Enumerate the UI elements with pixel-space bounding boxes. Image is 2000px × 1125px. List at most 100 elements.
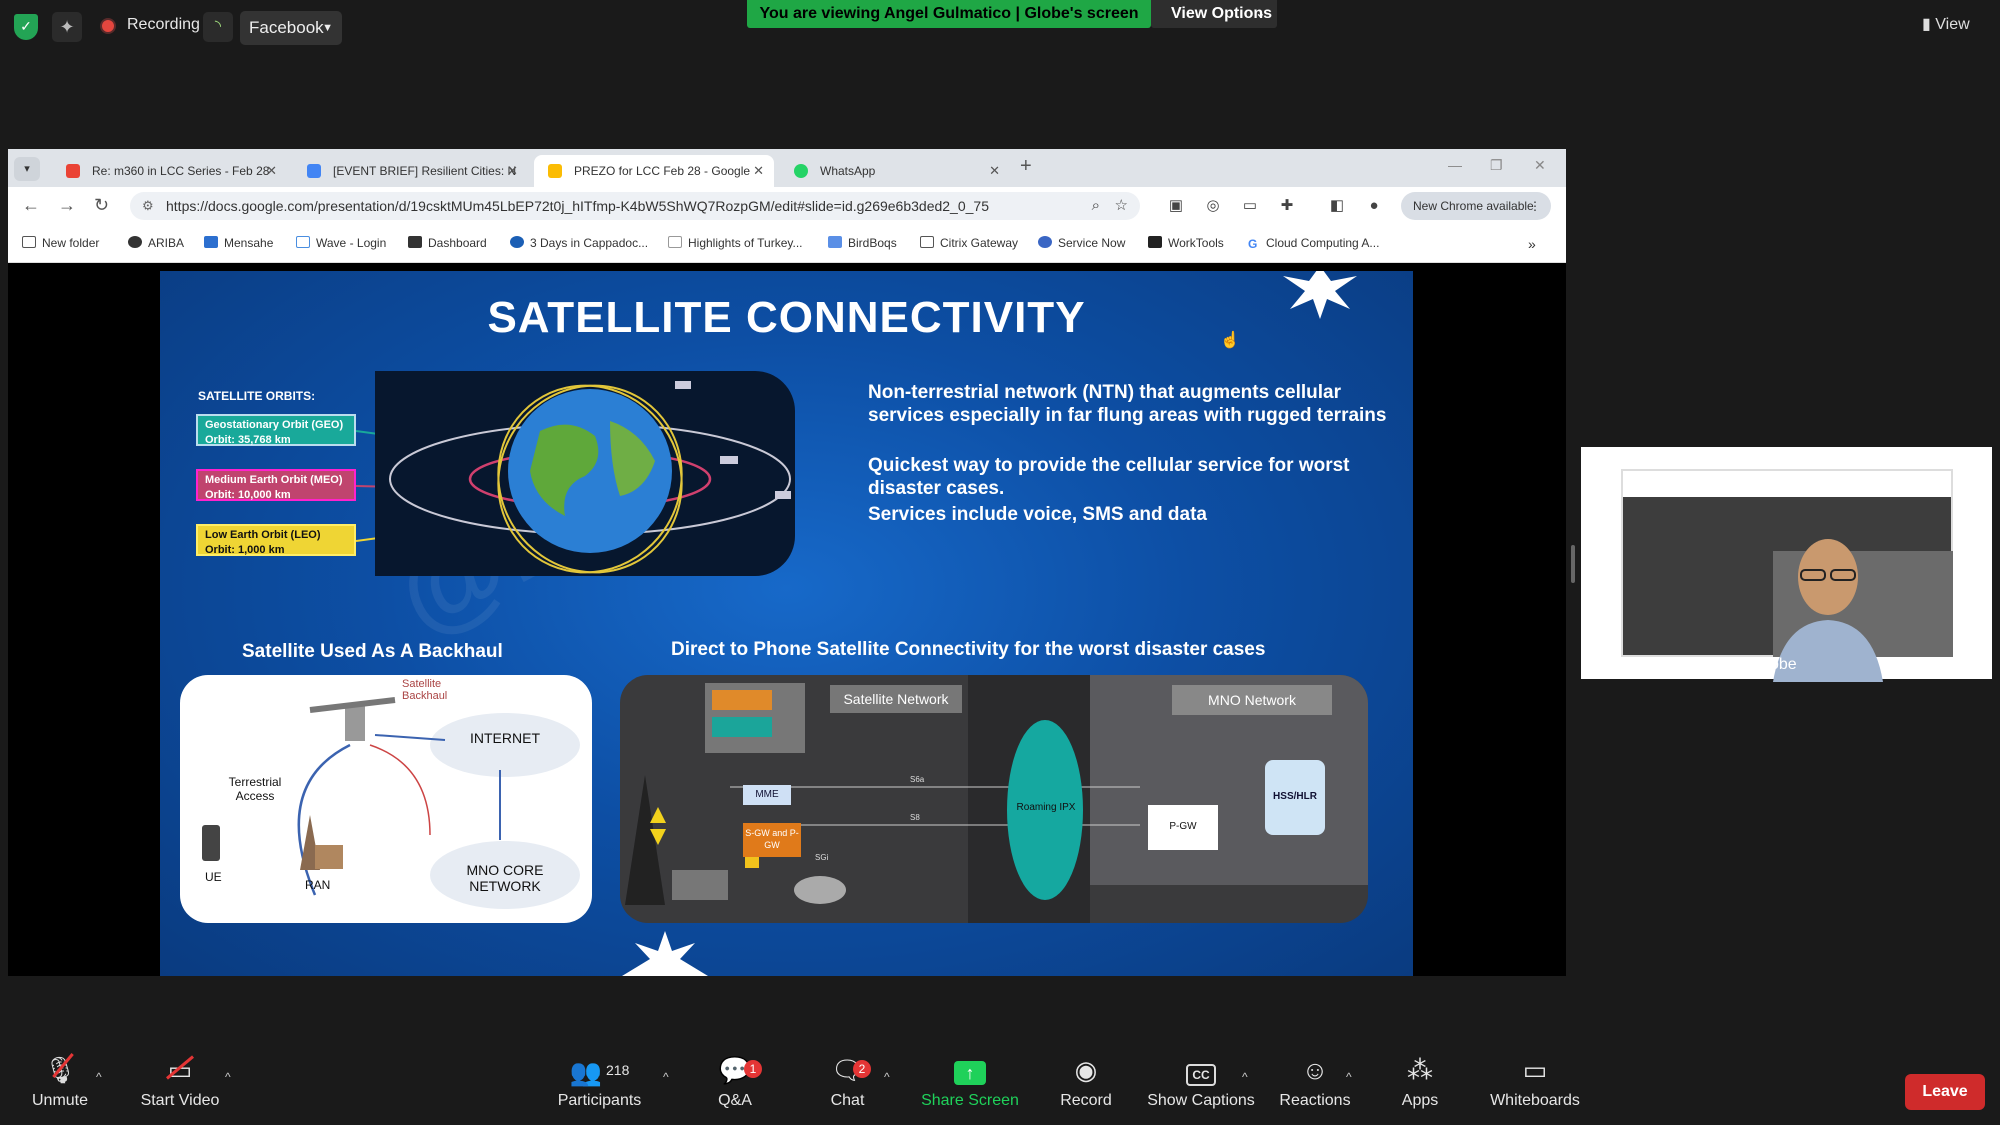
bookmark-item[interactable]: 3 Days in Cappadoc... <box>510 236 648 250</box>
meeting-controls-bar: 🎙 Unmute ^ ▭ Start Video ^ 👥218 Particip… <box>0 1050 2000 1125</box>
orbit-value: Orbit: 1,000 km <box>205 544 285 556</box>
signal-strength-icon: ▂▄▆ <box>1587 658 1614 672</box>
participants-caret-icon[interactable]: ^ <box>663 1070 669 1084</box>
more-menu-icon[interactable]: ⋮ <box>1529 192 1541 220</box>
address-bar[interactable]: ⚙ https://docs.google.com/presentation/d… <box>130 192 1140 220</box>
browser-tab[interactable]: WhatsApp ✕ <box>780 155 1010 187</box>
show-captions-button[interactable]: CC Show Captions <box>1145 1050 1257 1110</box>
bookmark-item[interactable]: New folder <box>22 236 99 250</box>
recording-label[interactable]: Recording <box>127 16 200 34</box>
facebook-live-dropdown[interactable]: Facebook ▼ <box>240 11 342 45</box>
servicenow-icon <box>1038 236 1052 248</box>
new-chrome-available-button[interactable]: New Chrome available ⋮ <box>1401 192 1551 220</box>
apps-button[interactable]: ⁂ Apps <box>1390 1050 1450 1110</box>
extension-globe-icon[interactable]: ◎ <box>1204 197 1222 215</box>
forward-arrow-icon[interactable]: → <box>58 195 76 216</box>
share-screen-label: Share Screen <box>921 1092 1019 1109</box>
security-shield-icon[interactable]: ✓ <box>14 14 38 40</box>
bookmark-item[interactable]: Mensahe <box>204 236 273 250</box>
bookmark-item[interactable]: Highlights of Turkey... <box>668 236 803 250</box>
reload-icon[interactable]: ↻ <box>94 195 109 216</box>
whiteboard-icon: ▭ <box>1522 1055 1548 1085</box>
back-arrow-icon[interactable]: ← <box>22 195 40 216</box>
restore-icon[interactable]: ❐ <box>1490 157 1503 174</box>
tab-search-button[interactable]: ▾ <box>14 157 40 181</box>
view-options-button[interactable]: View Options ⌄ <box>1151 0 1277 28</box>
record-label: Record <box>1060 1092 1112 1109</box>
bookmark-item[interactable]: G Cloud Computing A... <box>1248 236 1379 251</box>
share-screen-icon: ↑ <box>915 1050 1025 1088</box>
reactions-button[interactable]: ☺ Reactions <box>1275 1050 1355 1110</box>
bookmark-item[interactable]: Wave - Login <box>296 236 386 250</box>
bookmark-star-icon[interactable]: ☆ <box>1115 192 1128 220</box>
orbit-name: Medium Earth Orbit (MEO) <box>205 474 343 486</box>
bookmark-item[interactable]: WorkTools <box>1148 236 1224 250</box>
share-screen-button[interactable]: ↑ Share Screen <box>915 1050 1025 1110</box>
caret-down-icon: ▼ <box>322 22 333 34</box>
google-icon: G <box>1248 237 1258 251</box>
earth-orbit-image <box>375 371 795 576</box>
tab-title: WhatsApp <box>820 164 876 178</box>
recording-indicator-icon <box>100 18 116 34</box>
bookmark-item[interactable]: Dashboard <box>408 236 487 250</box>
extensions-puzzle-icon[interactable]: ✚ <box>1278 197 1296 215</box>
hss-hlr-box: HSS/HLR <box>1273 791 1317 802</box>
profile-avatar-icon[interactable]: ● <box>1365 197 1383 215</box>
close-tab-icon[interactable]: ✕ <box>266 155 277 187</box>
bookmark-item[interactable]: Service Now <box>1038 236 1125 250</box>
citrix-icon <box>920 236 934 248</box>
star-burst-bottom-icon <box>622 931 708 976</box>
reactions-caret-icon[interactable]: ^ <box>1346 1070 1352 1084</box>
qa-button[interactable]: 💬 1 Q&A <box>700 1050 770 1110</box>
qa-badge: 1 <box>744 1060 762 1078</box>
chat-button[interactable]: 🗨 2 Chat <box>815 1050 880 1110</box>
video-options-caret-icon[interactable]: ^ <box>225 1070 231 1084</box>
zoom-icon[interactable]: ⌕ <box>1092 192 1100 220</box>
birdboqs-icon <box>828 236 842 248</box>
leave-button[interactable]: Leave <box>1905 1074 1985 1110</box>
browser-tab-active[interactable]: PREZO for LCC Feb 28 - Google ✕ <box>534 155 774 187</box>
site-info-icon[interactable]: ⚙ <box>142 192 154 220</box>
bookmark-item[interactable]: ARIBA <box>128 236 184 250</box>
close-tab-icon[interactable]: ✕ <box>989 155 1000 187</box>
orbit-leo-box: Low Earth Orbit (LEO) Orbit: 1,000 km <box>196 524 356 556</box>
ai-companion-icon[interactable]: ✦ <box>52 12 82 42</box>
close-window-icon[interactable]: ✕ <box>1534 157 1546 174</box>
side-panel-icon[interactable]: ◧ <box>1328 197 1346 215</box>
audio-options-caret-icon[interactable]: ^ <box>96 1070 102 1084</box>
start-video-button[interactable]: ▭ Start Video <box>135 1050 225 1110</box>
participant-video-tile[interactable] <box>1581 447 1992 682</box>
mme-box: MME <box>743 785 791 805</box>
more-bookmarks-icon[interactable]: » <box>1528 236 1536 252</box>
backhaul-diagram: Satellite Backhaul INTERNET Terrestrial … <box>180 675 592 923</box>
chat-caret-icon[interactable]: ^ <box>884 1070 890 1084</box>
close-tab-icon[interactable]: ✕ <box>753 155 764 187</box>
ariba-icon <box>128 236 142 248</box>
captions-caret-icon[interactable]: ^ <box>1242 1070 1248 1084</box>
new-tab-icon[interactable]: + <box>1020 155 1032 178</box>
earth-globe-icon <box>389 381 791 574</box>
extension-icon[interactable]: ▣ <box>1167 197 1185 215</box>
wave-icon <box>296 236 310 248</box>
unmute-button[interactable]: 🎙 Unmute <box>20 1050 100 1110</box>
bookmark-item[interactable]: Citrix Gateway <box>920 236 1018 250</box>
close-tab-icon[interactable]: ✕ <box>507 155 518 187</box>
live-stream-icon[interactable]: ◝ <box>203 12 233 42</box>
chevron-down-icon: ⌄ <box>1255 8 1265 20</box>
view-button[interactable]: ▮ View <box>1922 14 1970 34</box>
browser-tab[interactable]: Re: m360 in LCC Series - Feb 28 ✕ <box>52 155 287 187</box>
cast-icon[interactable]: ▭ <box>1241 197 1259 215</box>
sgw-pgw-box: S-GW and P-GW <box>743 823 801 857</box>
whiteboards-button[interactable]: ▭ Whiteboards <box>1485 1050 1585 1110</box>
bookmark-item[interactable]: BirdBoqs <box>828 236 897 250</box>
participants-button[interactable]: 👥 218 Participants <box>552 1050 647 1110</box>
docs-icon <box>307 164 321 178</box>
cappadocia-icon <box>510 236 524 248</box>
record-button[interactable]: ◉ Record <box>1050 1050 1122 1110</box>
orbit-geo-box: Geostationary Orbit (GEO) Orbit: 35,768 … <box>196 414 356 446</box>
browser-tab[interactable]: [EVENT BRIEF] Resilient Cities: N ✕ <box>293 155 528 187</box>
apps-label: Apps <box>1401 1092 1439 1109</box>
minimize-icon[interactable]: — <box>1448 157 1462 173</box>
panel-resize-handle[interactable] <box>1571 545 1575 583</box>
record-icon: ◉ <box>1074 1055 1098 1085</box>
